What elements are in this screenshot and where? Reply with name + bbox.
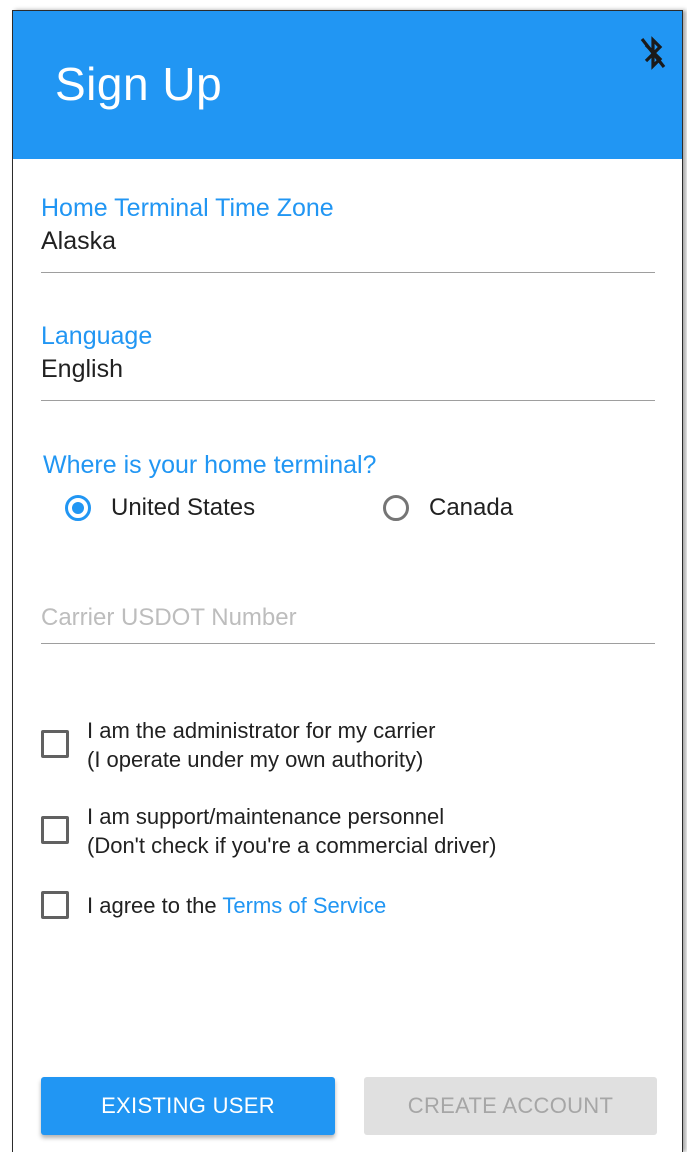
radio-canada[interactable]: Canada xyxy=(383,490,513,526)
time-zone-label: Home Terminal Time Zone xyxy=(41,194,334,222)
app-window: Sign Up Home Terminal Time Zone Alaska L… xyxy=(12,10,683,1152)
administrator-checkbox-row[interactable]: I am the administrator for my carrier (I… xyxy=(41,716,435,774)
page-title: Sign Up xyxy=(55,58,223,110)
language-value: English xyxy=(41,355,123,383)
create-account-button[interactable]: CREATE ACCOUNT xyxy=(364,1077,657,1135)
support-checkbox[interactable] xyxy=(41,816,69,844)
language-underline xyxy=(41,400,655,401)
usdot-number-input[interactable]: Carrier USDOT Number xyxy=(41,603,655,647)
terms-label: I agree to the Terms of Service xyxy=(87,891,386,920)
app-bar: Sign Up xyxy=(13,11,682,159)
time-zone-underline xyxy=(41,272,655,273)
radio-unselected-icon[interactable] xyxy=(383,495,409,521)
usdot-underline xyxy=(41,643,655,644)
radio-united-states-label: United States xyxy=(111,494,256,521)
time-zone-field[interactable]: Home Terminal Time Zone Alaska xyxy=(41,193,655,275)
terms-checkbox[interactable] xyxy=(41,891,69,919)
administrator-checkbox[interactable] xyxy=(41,730,69,758)
radio-selected-icon[interactable] xyxy=(65,495,91,521)
support-label-line2: (Don't check if you're a commercial driv… xyxy=(87,833,497,858)
bluetooth-off-icon[interactable] xyxy=(639,35,667,71)
support-label-line1: I am support/maintenance personnel xyxy=(87,804,445,829)
administrator-label: I am the administrator for my carrier (I… xyxy=(87,716,435,774)
home-terminal-question: Where is your home terminal? xyxy=(43,451,377,479)
administrator-label-line2: (I operate under my own authority) xyxy=(87,747,424,772)
support-label: I am support/maintenance personnel (Don'… xyxy=(87,802,496,860)
terms-label-prefix: I agree to the xyxy=(87,893,223,918)
terms-checkbox-row[interactable]: I agree to the Terms of Service xyxy=(41,891,386,920)
terms-of-service-link[interactable]: Terms of Service xyxy=(222,893,386,918)
language-label: Language xyxy=(41,322,153,350)
support-checkbox-row[interactable]: I am support/maintenance personnel (Don'… xyxy=(41,802,496,860)
usdot-placeholder: Carrier USDOT Number xyxy=(41,604,297,631)
language-field[interactable]: Language English xyxy=(41,321,655,403)
radio-united-states[interactable]: United States xyxy=(65,490,255,526)
time-zone-value: Alaska xyxy=(41,227,117,255)
radio-canada-label: Canada xyxy=(429,494,514,521)
existing-user-button[interactable]: EXISTING USER xyxy=(41,1077,335,1135)
administrator-label-line1: I am the administrator for my carrier xyxy=(87,718,436,743)
